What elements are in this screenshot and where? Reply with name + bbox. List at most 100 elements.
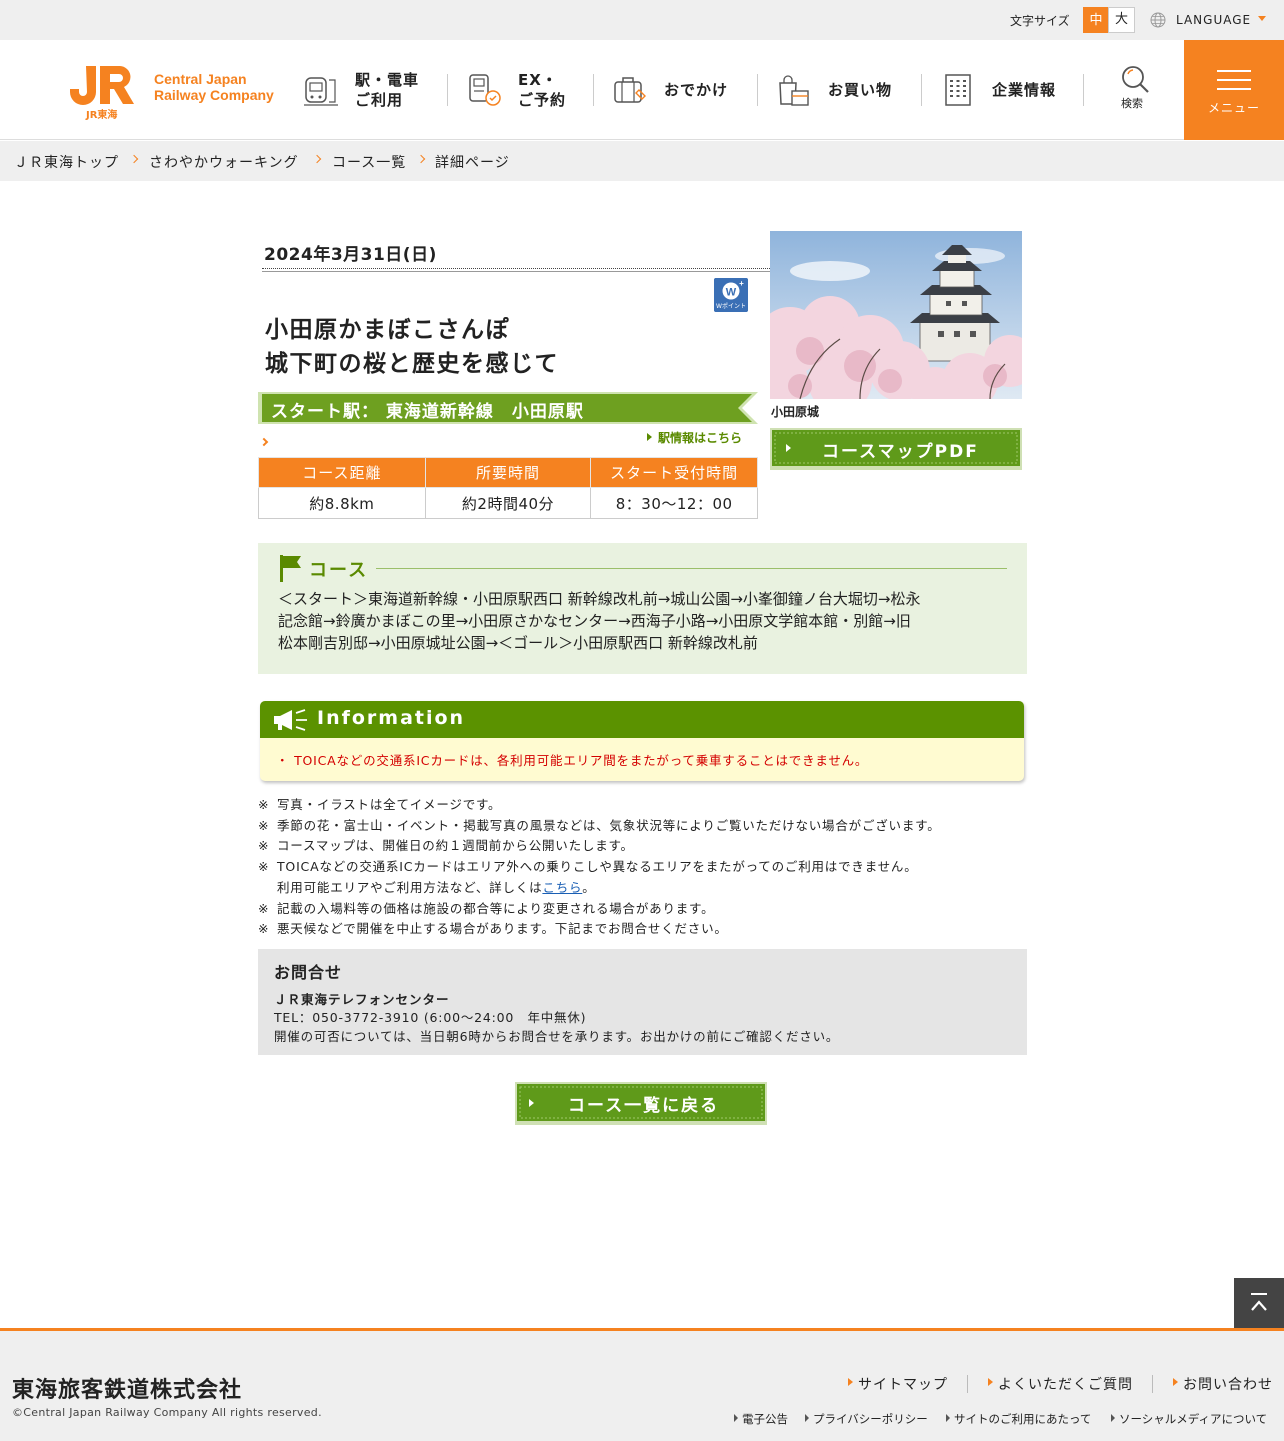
footer-sublink-social[interactable]: ソーシャルメディアについて	[1119, 1411, 1267, 1427]
course-route: ＜スタート＞東海道新幹線・小田原駅西口 新幹線改札前→城山公園→小峯御鐘ノ台大堀…	[278, 590, 921, 652]
nav-divider	[921, 74, 922, 106]
chevron-right-icon	[312, 154, 322, 164]
course-map-pdf-label: コースマップPDF	[822, 442, 979, 462]
event-title: 小田原かまぼこさんぽ 城下町の桜と歴史を感じて	[265, 317, 559, 377]
chevron-down-icon	[1258, 16, 1266, 21]
contact-heading: お問合せ	[274, 963, 343, 982]
footer-sublink-privacy[interactable]: プライバシーポリシー	[813, 1411, 928, 1427]
triangle-right-icon	[988, 1378, 993, 1386]
notes-list: ※ 写真・イラストは全てイメージです。 ※ 季節の花・富士山・イベント・掲載写真の風…	[258, 795, 1027, 940]
nav-divider	[1083, 74, 1084, 106]
nav-divider	[757, 74, 758, 106]
contact-tel: TEL：050-3772-3910 (6:00～24:00 年中無休)	[274, 1010, 587, 1025]
breadcrumb-course-list[interactable]: コース一覧	[332, 152, 406, 172]
list-item: ※ TOICAなどの交通系ICカードはエリア外への乗りこしや異なるエリアをまたがっ…	[258, 859, 918, 875]
globe-icon	[1150, 12, 1166, 28]
language-selector[interactable]: LANGUAGE	[1176, 13, 1251, 27]
menu-button[interactable]: メニュー	[1184, 40, 1284, 140]
back-to-course-list-label: コース一覧に戻る	[568, 1096, 720, 1116]
svg-text:+: +	[739, 279, 744, 288]
logo-sub: JR東海	[85, 108, 117, 120]
list-item: 利用可能エリアやご利用方法など、詳しくはこちら。	[277, 879, 596, 895]
svg-text:Central Japan: Central Japan	[154, 71, 247, 87]
back-to-course-list-button[interactable]: コース一覧に戻る	[515, 1082, 767, 1125]
site-footer: 東海旅客鉄道株式会社 ©Central Japan Railway Compan…	[0, 1328, 1284, 1441]
font-size-medium-button[interactable]: 中	[1083, 7, 1109, 33]
copyright: ©Central Japan Railway Company All right…	[12, 1406, 322, 1419]
breadcrumb: ＪＲ東海トップ さわやかウォーキング コース一覧 詳細ページ	[0, 141, 1284, 181]
triangle-right-icon	[734, 1414, 738, 1422]
list-item: ※ 悪天候などで開催を中止する場合があります。下記までお問合せください。	[258, 921, 728, 937]
breadcrumb-walking[interactable]: さわやかウォーキング	[149, 152, 299, 172]
jr-central-logo[interactable]: JR東海 Central Japan Railway Company	[70, 64, 280, 120]
nav-corporate[interactable]: 企業情報	[940, 40, 1056, 140]
footer-link-faq[interactable]: よくいただくご質問	[998, 1374, 1133, 1394]
footer-link-sitemap[interactable]: サイトマップ	[858, 1374, 948, 1394]
course-map-pdf-button[interactable]: コースマップPDF	[770, 428, 1022, 470]
nav-ex-reservation[interactable]: EX・ ご予約	[466, 40, 566, 140]
footer-sublink-public-notice[interactable]: 電子公告	[742, 1411, 788, 1427]
information-item: ・ TOICAなどの交通系ICカードは、各利用可能エリア間をまたがって乗車するこ…	[276, 753, 869, 768]
divider	[376, 568, 1007, 569]
hamburger-icon	[1217, 70, 1251, 72]
shopping-bag-icon	[779, 75, 809, 106]
train-icon	[304, 77, 338, 106]
company-name: 東海旅客鉄道株式会社	[12, 1378, 243, 1403]
required-time: 約2時間40分	[424, 487, 592, 519]
font-size-large-button[interactable]: 大	[1108, 7, 1135, 33]
nav-odekake[interactable]: おでかけ	[612, 40, 728, 140]
list-item: ※ コースマップは、開催日の約１週間前から公開いたします。	[258, 838, 634, 854]
nav-shopping[interactable]: お買い物	[776, 40, 892, 140]
chevron-right-icon	[129, 154, 139, 164]
station-info-link[interactable]: 駅情報はこちら	[647, 429, 742, 446]
start-station: スタート駅： 東海道新幹線 小田原駅	[271, 402, 584, 422]
divider	[262, 268, 770, 269]
building-icon	[945, 74, 971, 106]
odawara-castle-photo	[770, 231, 1022, 399]
triangle-right-icon	[1173, 1378, 1178, 1386]
svg-text:Wポイント: Wポイント	[716, 302, 746, 310]
triangle-right-icon	[848, 1378, 853, 1386]
footer-divider	[1152, 1375, 1153, 1393]
list-item: ※ 季節の花・富士山・イベント・掲載写真の風景などは、気象状況等によりご覧いただけ…	[258, 817, 941, 833]
list-item: ※ 写真・イラストは全てイメージです。	[258, 797, 502, 812]
footer-divider	[967, 1375, 968, 1393]
search-icon	[1122, 66, 1149, 93]
chevron-right-icon	[416, 154, 426, 164]
menu-label: メニュー	[1207, 101, 1260, 115]
footer-link-contact[interactable]: お問い合わせ	[1183, 1374, 1273, 1394]
start-reception-time: 8：30～12：00	[590, 487, 758, 519]
ticket-check-icon	[469, 74, 501, 106]
contact-org: ＪＲ東海テレフォンセンター	[274, 992, 450, 1007]
nav-station-train[interactable]: 駅・電車 ご利用	[303, 40, 419, 140]
triangle-right-icon	[805, 1414, 809, 1422]
chevron-right-icon	[259, 437, 269, 447]
search-button[interactable]	[1108, 40, 1158, 140]
table-header: 所要時間	[424, 457, 592, 488]
suitcase-icon	[614, 77, 646, 103]
contact-section: お問合せ ＪＲ東海テレフォンセンター TEL：050-3772-3910 (6:…	[258, 949, 1027, 1055]
search-label: 検索	[1121, 97, 1143, 110]
breadcrumb-jr-top[interactable]: ＪＲ東海トップ	[14, 152, 119, 172]
nav-divider	[447, 74, 448, 106]
table-header: コース距離	[258, 457, 426, 488]
page-top-button[interactable]	[1234, 1278, 1284, 1328]
breadcrumb-detail: 詳細ページ	[435, 155, 510, 171]
contact-note: 開催の可否については、当日朝6時からお問合せを承ります。お出かけの前にご確認くだ…	[274, 1029, 840, 1044]
svg-text:Railway Company: Railway Company	[154, 87, 274, 103]
course-heading: コース	[309, 560, 369, 581]
list-item: ※ 記載の入場料等の価格は施設の都合等により変更される場合があります。	[258, 900, 715, 916]
information-box: Information ・ TOICAなどの交通系ICカードは、各利用可能エリア…	[260, 701, 1024, 781]
information-header: Information	[260, 701, 1024, 738]
event-date: 2024年3月31日(日)	[264, 245, 437, 265]
photo-caption: 小田原城	[771, 405, 820, 419]
font-size-label: 文字サイズ	[1010, 14, 1070, 28]
information-heading: Information	[317, 707, 466, 729]
triangle-right-icon	[1111, 1414, 1115, 1422]
footer-sublink-terms[interactable]: サイトのご利用にあたって	[954, 1411, 1091, 1427]
divider	[262, 271, 770, 272]
course-info-table: コース距離 所要時間 スタート受付時間 約8.8km 約2時間40分 8：30～…	[258, 457, 758, 519]
site-header: JR東海 Central Japan Railway Company 駅・電車ご…	[0, 40, 1284, 140]
svg-text:W: W	[726, 287, 737, 299]
ic-card-info-link[interactable]: こちら	[542, 880, 582, 895]
